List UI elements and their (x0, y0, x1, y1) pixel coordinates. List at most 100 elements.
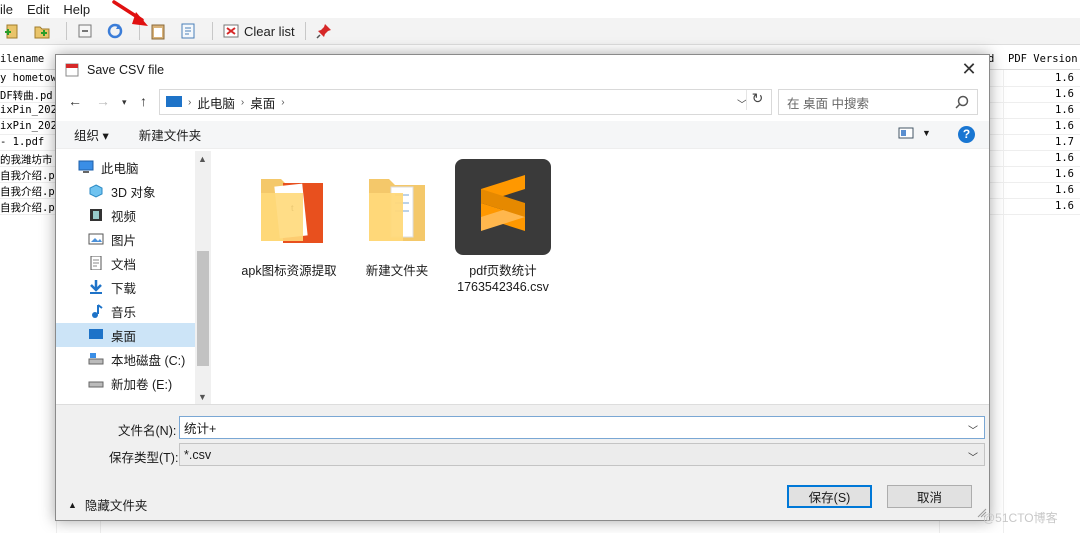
up-arrow-icon[interactable]: ↑ (140, 93, 147, 109)
new-folder-button[interactable]: 新建文件夹 (139, 125, 202, 144)
drive-icon (88, 352, 104, 366)
menu-help[interactable]: Help (63, 2, 90, 17)
cell-filename: 自我介绍.p (0, 170, 55, 182)
breadcrumb-desktop[interactable]: 桌面 (250, 93, 275, 112)
scroll-up-icon[interactable]: ▲ (198, 154, 207, 164)
file-item-csv[interactable]: pdf页数统计1763542346.csv (448, 151, 558, 295)
header-pdf-version[interactable]: PDF Version (1008, 53, 1078, 65)
tree-item-desktop[interactable]: 桌面 (56, 323, 195, 347)
cell-pdf-version: 1.6 (1055, 184, 1074, 196)
tree-item-pictures[interactable]: 图片 (56, 227, 195, 251)
tree-item-label: 视频 (111, 209, 137, 224)
hide-folders-toggle[interactable]: ▲ 隐藏文件夹 (68, 495, 147, 514)
tree-item-label: 下载 (111, 281, 137, 296)
cell-pdf-version: 1.6 (1055, 88, 1074, 100)
view-options-button[interactable]: ▼ (898, 127, 931, 139)
cell-filename: - 1.pdf (0, 136, 45, 148)
breadcrumb-pc[interactable]: 此电脑 (197, 93, 235, 112)
add-folder-button[interactable] (30, 20, 54, 42)
file-list: t apk图标资源提取 新建文件夹 (214, 151, 989, 404)
search-placeholder: 在 桌面 中搜索 (787, 96, 869, 111)
export-csv-button[interactable] (176, 20, 200, 42)
header-filename[interactable]: ilename (0, 53, 44, 65)
tree-item-drive-c[interactable]: 本地磁盘 (C:) (56, 347, 195, 371)
export-icon (181, 23, 195, 39)
cube-icon (88, 184, 104, 198)
remove-icon (78, 24, 92, 38)
hide-folders-label: 隐藏文件夹 (84, 499, 148, 513)
cancel-button[interactable]: 取消 (887, 485, 972, 508)
filetype-select[interactable]: *.csv ﹀ (179, 443, 985, 466)
toolbar-separator (212, 22, 213, 40)
search-icon (955, 95, 969, 109)
cancel-button-label: 取消 (916, 491, 942, 505)
file-item-apk-folder[interactable]: t apk图标资源提取 (234, 151, 344, 279)
close-icon[interactable]: ✕ (959, 59, 979, 80)
annotation-arrow-icon (112, 0, 148, 26)
chevron-right-icon: › (281, 96, 285, 108)
menu-bar: ile Edit Help (0, 0, 1080, 18)
cell-filename: ixPin_202 (0, 104, 57, 116)
scroll-down-icon[interactable]: ▼ (198, 392, 207, 402)
tree-item-label: 图片 (111, 233, 137, 248)
cell-filename: 的我潍坊市 (0, 154, 53, 166)
tree-item-downloads[interactable]: 下载 (56, 275, 195, 299)
picture-icon (88, 232, 104, 246)
desktop-icon (166, 96, 182, 107)
navigation-bar: ← → ▾ ↑ › 此电脑 › 桌面 › ﹀ ↻ 在 桌面 中搜索 (56, 87, 989, 117)
music-icon (88, 304, 104, 318)
chevron-down-icon: ▼ (922, 128, 931, 138)
chevron-down-icon[interactable]: ﹀ (968, 449, 978, 464)
remove-button[interactable] (73, 20, 97, 42)
cell-pdf-version: 1.6 (1055, 200, 1074, 212)
pin-button[interactable] (312, 20, 336, 42)
tree-item-label: 本地磁盘 (C:) (111, 353, 186, 368)
tree-item-label: 桌面 (111, 329, 137, 344)
organize-button[interactable]: 组织 ▾ (74, 125, 109, 144)
dialog-titlebar: Save CSV file ✕ (56, 55, 989, 85)
tree-item-videos[interactable]: 视频 (56, 203, 195, 227)
chevron-right-icon: › (240, 96, 245, 108)
address-bar[interactable]: › 此电脑 › 桌面 › ﹀ (159, 89, 772, 115)
menu-file[interactable]: ile (0, 2, 13, 17)
cell-pdf-version: 1.7 (1055, 136, 1074, 148)
tree-item-drive-e[interactable]: 新加卷 (E:) (56, 371, 195, 395)
clear-list-label: Clear list (244, 23, 295, 39)
tree-scrollbar[interactable]: ▲ ▼ (195, 151, 211, 404)
forward-arrow-icon[interactable]: → (96, 93, 110, 109)
filetype-value: *.csv (184, 447, 212, 462)
tree-item-music[interactable]: 音乐 (56, 299, 195, 323)
tree-item-3d-objects[interactable]: 3D 对象 (56, 179, 195, 203)
dialog-title: Save CSV file (87, 63, 165, 77)
menu-edit[interactable]: Edit (27, 2, 49, 17)
filename-input[interactable]: 统计+ ﹀ (179, 416, 985, 439)
cell-filename: DF转曲.pd (0, 90, 53, 102)
toolbar: Clear list (0, 18, 1080, 45)
tree-item-label: 音乐 (111, 305, 137, 320)
cell-pdf-version: 1.6 (1055, 104, 1074, 116)
back-arrow-icon[interactable]: ← (68, 93, 82, 109)
cell-pdf-version: 1.6 (1055, 72, 1074, 84)
refresh-icon[interactable]: ↻ (746, 90, 768, 110)
file-label: 新建文件夹 (365, 264, 429, 278)
save-button[interactable]: 保存(S) (787, 485, 872, 508)
tree-item-pc[interactable]: 此电脑 (56, 155, 195, 179)
filetype-label: 保存类型(T): (109, 451, 179, 465)
recent-chevron-icon[interactable]: ▾ (122, 97, 127, 108)
scrollbar-thumb[interactable] (197, 251, 209, 366)
search-input[interactable]: 在 桌面 中搜索 (778, 89, 978, 115)
folder-icon (369, 179, 425, 241)
navigation-tree: 此电脑 3D 对象 视频 图片 文档 下载 音乐 桌面 本地磁盘 (C:) 新加… (56, 151, 211, 404)
file-label: pdf页数统计1763542346.csv (457, 264, 549, 294)
chevron-down-icon[interactable]: ﹀ (968, 422, 978, 437)
clear-list-button[interactable]: Clear list (219, 23, 299, 39)
file-item-new-folder[interactable]: 新建文件夹 (342, 151, 452, 279)
tree-item-label: 文档 (111, 257, 137, 272)
add-files-button[interactable] (0, 20, 24, 42)
add-folder-icon (34, 26, 50, 39)
file-label: apk图标资源提取 (241, 264, 337, 278)
tree-item-documents[interactable]: 文档 (56, 251, 195, 275)
help-icon[interactable]: ? (958, 126, 975, 143)
clear-list-icon (223, 24, 239, 38)
app-window: ile Edit Help Clear list ilename d PDF V… (0, 0, 1080, 533)
